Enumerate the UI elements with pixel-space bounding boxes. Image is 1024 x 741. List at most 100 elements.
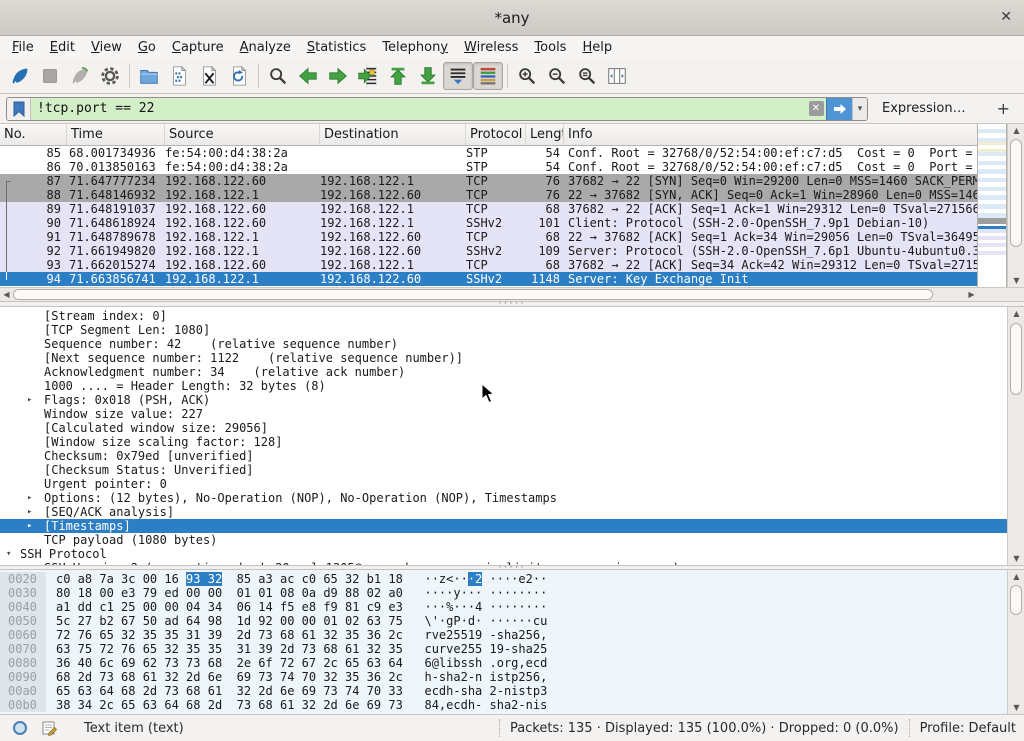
packet-list-hscrollbar[interactable]: ◀ ▶ xyxy=(0,287,978,301)
packet-row-92[interactable]: 9271.661949820192.168.122.1192.168.122.6… xyxy=(0,244,977,258)
scroll-down-icon[interactable]: ▼ xyxy=(1008,701,1024,714)
menu-help[interactable]: Help xyxy=(574,38,620,57)
intelligent-scrollbar-minimap[interactable] xyxy=(977,124,1007,287)
detail-row[interactable]: Acknowledgment number: 34 (relative ack … xyxy=(0,365,1007,379)
detail-row[interactable]: [Next sequence number: 1122 (relative se… xyxy=(0,351,1007,365)
packet-row-90[interactable]: 9071.648618924192.168.122.60192.168.122.… xyxy=(0,216,977,230)
scroll-up-icon[interactable]: ▲ xyxy=(1008,124,1024,137)
details-vscrollbar[interactable]: ▲ ▼ xyxy=(1007,307,1024,565)
menu-wireless[interactable]: Wireless xyxy=(456,38,526,57)
column-header-info[interactable]: Info xyxy=(564,124,977,145)
expand-icon[interactable]: ▸ xyxy=(27,393,32,407)
scroll-left-icon[interactable]: ◀ xyxy=(0,288,13,302)
detail-row[interactable]: [Stream index: 0] xyxy=(0,309,1007,323)
scrollbar-thumb[interactable] xyxy=(1010,585,1022,615)
auto-scroll-button[interactable] xyxy=(443,62,473,90)
packet-row-85[interactable]: 8568.001734936fe:54:00:d4:38:2aSTP54Conf… xyxy=(0,146,977,160)
capture-options-button[interactable] xyxy=(95,62,125,90)
start-capture-button[interactable] xyxy=(5,62,35,90)
expand-icon[interactable]: ▸ xyxy=(27,505,32,519)
save-file-button[interactable] xyxy=(164,62,194,90)
detail-row[interactable]: ▸[SEQ/ACK analysis] xyxy=(0,505,1007,519)
close-icon[interactable]: ✕ xyxy=(1000,9,1012,25)
menu-telephony[interactable]: Telephony xyxy=(374,38,456,57)
expand-icon[interactable]: ▸ xyxy=(27,491,32,505)
close-file-button[interactable] xyxy=(194,62,224,90)
column-header-source[interactable]: Source xyxy=(165,124,320,145)
packet-row-89[interactable]: 8971.648191037192.168.122.60192.168.122.… xyxy=(0,202,977,216)
detail-row[interactable]: ▸[Timestamps] xyxy=(0,519,1007,533)
detail-row[interactable]: [Checksum Status: Unverified] xyxy=(0,463,1007,477)
detail-row[interactable]: [Window size scaling factor: 128] xyxy=(0,435,1007,449)
profile-button[interactable]: Profile: Default xyxy=(909,719,1024,737)
filter-bookmark-button[interactable] xyxy=(7,98,31,120)
column-header-protocol[interactable]: Protocol xyxy=(466,124,526,145)
scroll-up-icon[interactable]: ▲ xyxy=(1008,307,1024,320)
column-header-time[interactable]: Time xyxy=(67,124,165,145)
scrollbar-thumb[interactable] xyxy=(1010,139,1022,247)
stop-capture-button[interactable] xyxy=(35,62,65,90)
zoom-out-button[interactable] xyxy=(542,62,572,90)
expand-icon[interactable]: ▸ xyxy=(27,519,32,533)
zoom-original-button[interactable] xyxy=(572,62,602,90)
packet-list-header[interactable]: No.TimeSourceDestinationProtocolLengthIn… xyxy=(0,124,977,146)
scroll-down-icon[interactable]: ▼ xyxy=(1008,274,1024,287)
menu-analyze[interactable]: Analyze xyxy=(232,38,299,57)
hex-row-0030[interactable]: 003080 18 00 e3 79 ed 00 00 01 01 08 0a … xyxy=(0,586,1007,600)
hex-row-0070[interactable]: 007063 75 72 76 65 32 35 35 31 39 2d 73 … xyxy=(0,642,1007,656)
hex-row-0060[interactable]: 006072 76 65 32 35 35 31 39 2d 73 68 61 … xyxy=(0,628,1007,642)
go-first-button[interactable] xyxy=(383,62,413,90)
hex-row-0020[interactable]: 0020c0 a8 7a 3c 00 16 93 32 85 a3 ac c0 … xyxy=(0,572,1007,586)
scrollbar-thumb[interactable] xyxy=(13,289,933,300)
detail-row[interactable]: ▾SSH Protocol xyxy=(0,547,1007,561)
hex-row-00b0[interactable]: 00b038 34 2c 65 63 64 68 2d 73 68 61 32 … xyxy=(0,698,1007,712)
packet-row-87[interactable]: 8771.647777234192.168.122.60192.168.122.… xyxy=(0,174,977,188)
detail-row[interactable]: Sequence number: 42 (relative sequence n… xyxy=(0,337,1007,351)
menu-edit[interactable]: Edit xyxy=(42,38,83,57)
hex-row-0090[interactable]: 009068 2d 73 68 61 32 2d 6e 69 73 74 70 … xyxy=(0,670,1007,684)
scroll-down-icon[interactable]: ▼ xyxy=(1008,552,1024,565)
detail-row[interactable]: Checksum: 0x79ed [unverified] xyxy=(0,449,1007,463)
go-to-packet-button[interactable] xyxy=(353,62,383,90)
collapse-icon[interactable]: ▾ xyxy=(6,547,11,561)
column-header-no[interactable]: No. xyxy=(0,124,67,145)
bytes-vscrollbar[interactable]: ▲ ▼ xyxy=(1007,570,1024,714)
menu-view[interactable]: View xyxy=(83,38,130,57)
detail-row[interactable]: Window size value: 227 xyxy=(0,407,1007,421)
column-header-length[interactable]: Length xyxy=(526,124,564,145)
packet-row-93[interactable]: 9371.662015274192.168.122.60192.168.122.… xyxy=(0,258,977,272)
resize-columns-button[interactable] xyxy=(602,62,632,90)
go-last-button[interactable] xyxy=(413,62,443,90)
title-bar[interactable]: *any ✕ xyxy=(0,0,1024,36)
hex-row-0080[interactable]: 008036 40 6c 69 62 73 73 68 2e 6f 72 67 … xyxy=(0,656,1007,670)
display-filter-input[interactable] xyxy=(31,98,806,120)
open-file-button[interactable] xyxy=(134,62,164,90)
capture-comment-button[interactable] xyxy=(42,720,58,736)
go-forward-button[interactable] xyxy=(323,62,353,90)
scroll-right-icon[interactable]: ▶ xyxy=(965,288,978,302)
scrollbar-thumb[interactable] xyxy=(1010,323,1022,395)
menu-statistics[interactable]: Statistics xyxy=(299,38,374,57)
add-filter-button[interactable]: + xyxy=(997,99,1010,118)
go-back-button[interactable] xyxy=(293,62,323,90)
detail-row[interactable]: ▸Options: (12 bytes), No-Operation (NOP)… xyxy=(0,491,1007,505)
packet-row-86[interactable]: 8670.013850163fe:54:00:d4:38:2aSTP54Conf… xyxy=(0,160,977,174)
hex-row-00a0[interactable]: 00a065 63 64 68 2d 73 68 61 32 2d 6e 69 … xyxy=(0,684,1007,698)
detail-row[interactable]: [TCP Segment Len: 1080] xyxy=(0,323,1007,337)
menu-tools[interactable]: Tools xyxy=(526,38,574,57)
filter-clear-button[interactable]: ✕ xyxy=(806,98,826,120)
expression-button[interactable]: Expression… xyxy=(882,101,966,116)
packet-row-91[interactable]: 9171.648789678192.168.122.1192.168.122.6… xyxy=(0,230,977,244)
restart-capture-button[interactable] xyxy=(65,62,95,90)
zoom-in-button[interactable] xyxy=(512,62,542,90)
detail-row[interactable]: [Calculated window size: 29056] xyxy=(0,421,1007,435)
packet-row-88[interactable]: 8871.648146932192.168.122.1192.168.122.6… xyxy=(0,188,977,202)
packet-row-94[interactable]: 9471.663856741192.168.122.1192.168.122.6… xyxy=(0,272,977,286)
find-packet-button[interactable] xyxy=(263,62,293,90)
colorize-button[interactable] xyxy=(473,62,503,90)
display-filter-field[interactable]: ✕ ▾ xyxy=(6,97,868,121)
detail-row[interactable]: 1000 .... = Header Length: 32 bytes (8) xyxy=(0,379,1007,393)
detail-row[interactable]: Urgent pointer: 0 xyxy=(0,477,1007,491)
detail-row[interactable]: TCP payload (1080 bytes) xyxy=(0,533,1007,547)
hex-row-0040[interactable]: 0040a1 dd c1 25 00 00 04 34 06 14 f5 e8 … xyxy=(0,600,1007,614)
